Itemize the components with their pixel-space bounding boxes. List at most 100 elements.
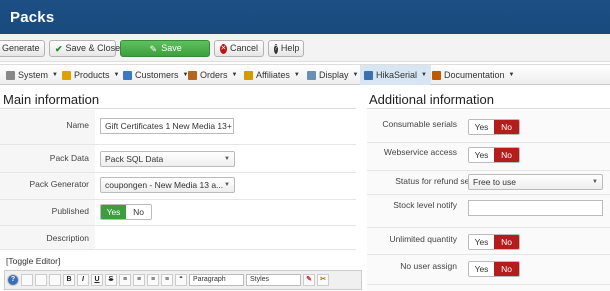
generate-button[interactable]: Generate (0, 40, 45, 57)
published-yes[interactable]: Yes (101, 205, 126, 219)
styles-select[interactable]: Styles (246, 274, 301, 286)
editor-toolbar: ? B I U S ≡ ≡ ≡ ≡ “ Paragraph Styles ✎ ✂ (4, 270, 362, 290)
menu-products[interactable]: Products ▼ (62, 65, 119, 85)
menu-label: System (18, 70, 49, 80)
strikethrough-icon[interactable]: S (105, 274, 117, 286)
name-label: Name (66, 120, 89, 130)
check-icon: ✔ (55, 43, 63, 54)
webservice-row: Webservice access Yes No (367, 143, 610, 171)
published-row: Published Yes No (0, 200, 356, 226)
no-user-yes[interactable]: Yes (469, 262, 494, 276)
blockquote-icon[interactable]: “ (175, 274, 187, 286)
italic-icon[interactable]: I (77, 274, 89, 286)
paste-icon[interactable] (49, 274, 61, 286)
name-row: Name Gift Certificates 1 New Media 13+ (0, 110, 356, 145)
paragraph-select[interactable]: Paragraph (189, 274, 244, 286)
stock-row: Stock level notify (367, 195, 610, 228)
chevron-down-icon: ▼ (224, 182, 230, 188)
template-icon[interactable] (35, 274, 47, 286)
pack-data-value: Pack SQL Data (105, 154, 164, 164)
page-title: Packs (10, 9, 55, 26)
no-user-toggle[interactable]: Yes No (468, 261, 520, 277)
no-user-label: No user assign (400, 261, 457, 271)
cleanup-icon[interactable]: ✂ (317, 274, 329, 286)
consumable-yes[interactable]: Yes (469, 120, 494, 134)
webservice-yes[interactable]: Yes (469, 148, 494, 162)
stock-label: Stock level notify (393, 200, 457, 210)
save-label: Save (161, 43, 182, 53)
published-label: Published (51, 206, 89, 216)
page-header: Packs (0, 0, 610, 34)
help-icon: ? (274, 43, 278, 54)
toggle-editor-link[interactable]: [Toggle Editor] (6, 256, 60, 266)
description-label: Description (46, 233, 89, 243)
users-icon (123, 70, 132, 80)
save-button[interactable]: ✎ Save (120, 40, 210, 57)
unlimited-yes[interactable]: Yes (469, 235, 494, 249)
help-icon[interactable]: ? (7, 274, 19, 286)
align-right-icon[interactable]: ≡ (147, 274, 159, 286)
pack-data-select[interactable]: Pack SQL Data ▼ (100, 151, 235, 167)
help-button[interactable]: ? Help (268, 40, 304, 57)
webservice-label: Webservice access (383, 147, 457, 157)
unlimited-row: Unlimited quantity Yes No (367, 228, 610, 255)
pack-data-label: Pack Data (49, 153, 89, 163)
divider (0, 108, 356, 109)
menu-affiliates[interactable]: Affiliates ▼ (244, 65, 300, 85)
display-icon (307, 70, 316, 80)
serial-icon (364, 70, 373, 80)
box-icon (62, 70, 71, 80)
refund-status-select[interactable]: Free to use ▼ (468, 174, 603, 190)
name-input[interactable]: Gift Certificates 1 New Media 13+ (100, 118, 234, 134)
pack-generator-label: Pack Generator (29, 179, 89, 189)
new-document-icon[interactable] (21, 274, 33, 286)
bold-icon[interactable]: B (63, 274, 75, 286)
refund-status-value: Free to use (473, 177, 516, 187)
consumable-toggle[interactable]: Yes No (468, 119, 520, 135)
no-user-no[interactable]: No (494, 262, 519, 276)
eraser-icon[interactable]: ✎ (303, 274, 315, 286)
cart-icon (188, 70, 197, 80)
affiliate-icon (244, 70, 253, 80)
menu-hikaserial[interactable]: HikaSerial ▼ (360, 65, 431, 85)
stock-level-input[interactable] (468, 200, 603, 216)
published-no[interactable]: No (126, 205, 151, 219)
menu-customers[interactable]: Customers ▼ (123, 65, 188, 85)
pack-generator-value: coupongen - New Media 13 a... (105, 180, 224, 190)
chevron-down-icon: ▼ (592, 179, 598, 185)
webservice-toggle[interactable]: Yes No (468, 147, 520, 163)
align-center-icon[interactable]: ≡ (133, 274, 145, 286)
menu-system[interactable]: System ▼ (6, 65, 58, 85)
menu-label: Products (74, 70, 110, 80)
align-left-icon[interactable]: ≡ (119, 274, 131, 286)
generate-label: Generate (2, 43, 40, 53)
book-icon (432, 70, 441, 80)
description-row: Description (0, 226, 356, 250)
menu-orders[interactable]: Orders ▼ (188, 65, 237, 85)
unlimited-no[interactable]: No (494, 235, 519, 249)
cancel-label: Cancel (229, 43, 258, 53)
paragraph-value: Paragraph (193, 276, 226, 283)
menu-display[interactable]: Display ▼ (307, 65, 358, 85)
menu-label: Affiliates (256, 70, 290, 80)
align-justify-icon[interactable]: ≡ (161, 274, 173, 286)
cancel-button[interactable]: ✕ Cancel (214, 40, 264, 57)
component-menu: System ▼ Products ▼ Customers ▼ Orders ▼ Aff… (0, 64, 610, 85)
webservice-no[interactable]: No (494, 148, 519, 162)
pack-generator-select[interactable]: coupongen - New Media 13 a... ▼ (100, 177, 235, 193)
refund-row: Status for refund serials Free to use ▼ (367, 171, 610, 195)
save-close-button[interactable]: ✔ Save & Close (49, 40, 120, 57)
published-toggle[interactable]: Yes No (100, 204, 152, 220)
unlimited-label: Unlimited quantity (389, 234, 457, 244)
save-close-label: Save & Close (65, 43, 121, 53)
toolbar: Generate ✔ Save & Close ✎ Save ✕ Cancel … (0, 34, 610, 62)
consumable-label: Consumable serials (382, 119, 457, 129)
consumable-no[interactable]: No (494, 120, 519, 134)
help-label: Help (280, 43, 300, 53)
main-info-title: Main information (3, 92, 100, 107)
menu-label: Orders (200, 70, 228, 80)
underline-icon[interactable]: U (91, 274, 103, 286)
chevron-down-icon: ▼ (224, 156, 230, 162)
menu-documentation[interactable]: Documentation ▼ (432, 65, 515, 85)
unlimited-toggle[interactable]: Yes No (468, 234, 520, 250)
